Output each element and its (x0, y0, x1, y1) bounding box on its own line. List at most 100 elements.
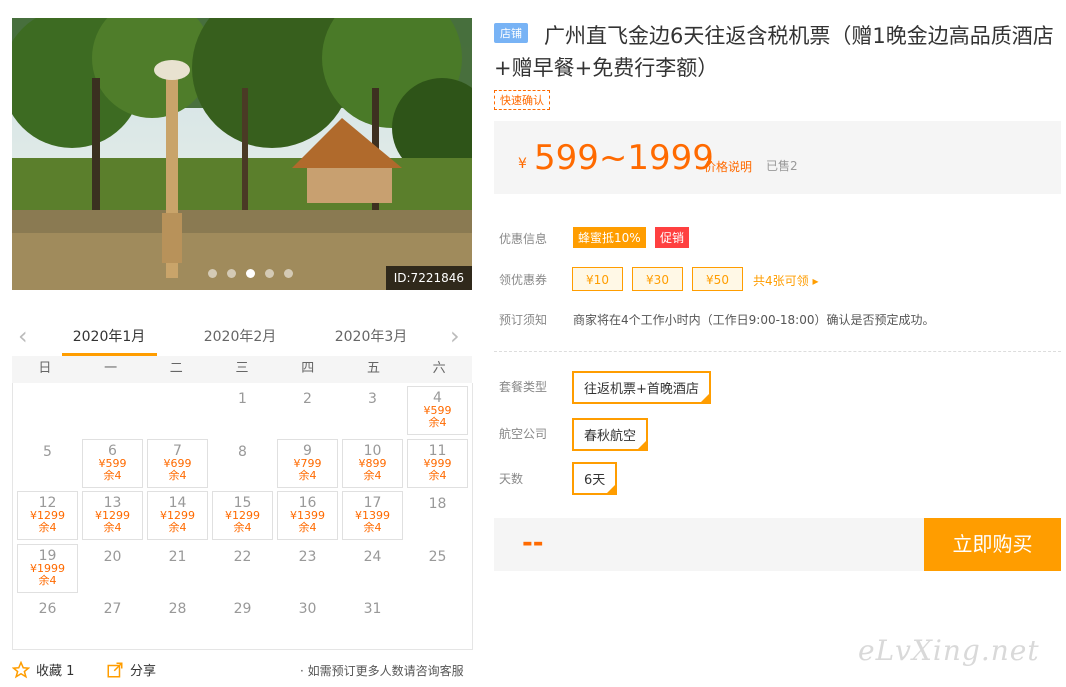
day-remaining: 余4 (103, 521, 122, 534)
promo-label: 优惠信息 (499, 232, 548, 246)
day-number: 28 (168, 601, 187, 617)
weekday-label: 日 (38, 361, 52, 376)
calendar-day[interactable]: 15 ¥1299 余4 (212, 491, 273, 540)
price-description-link[interactable]: 价格说明 (704, 158, 752, 175)
calendar-day: 22 (212, 544, 273, 593)
calendar-day[interactable]: 7 ¥699 余4 (147, 438, 208, 488)
sold-count: 已售2 (766, 159, 798, 173)
coupon-50[interactable]: ¥50 (692, 267, 743, 291)
carousel-dot[interactable] (208, 269, 217, 278)
share-button[interactable]: 分享 (106, 660, 156, 679)
day-number: 3 (368, 391, 377, 407)
day-number: 14 (168, 495, 187, 511)
day-price: ¥599 (98, 456, 127, 470)
tab-month-2[interactable]: 2020年2月 (195, 326, 285, 346)
day-remaining: 余4 (103, 468, 122, 482)
weekday-label: 二 (169, 361, 183, 376)
honey-discount-tag: 蜂蜜抵10% (573, 227, 646, 248)
calendar-weekday-header: 日 一 二 三 四 五 六 (12, 356, 472, 383)
calendar-day: 3 (342, 386, 403, 435)
share-label: 分享 (130, 664, 157, 679)
day-remaining: 余4 (428, 416, 447, 429)
day-remaining: 余4 (298, 468, 317, 482)
more-coupons-link[interactable]: 共4张可领 ▸ (753, 272, 818, 289)
day-price: ¥1999 (30, 561, 65, 575)
product-photo[interactable]: ID:7221846 (12, 18, 472, 290)
calendar-day[interactable]: 17 ¥1399 余4 (342, 491, 403, 540)
calendar-day[interactable]: 9 ¥799 余4 (277, 438, 338, 488)
days-option[interactable]: 6天 (572, 462, 618, 495)
calendar-day[interactable]: 11 ¥999 余4 (407, 438, 468, 488)
day-remaining: 余4 (298, 521, 317, 534)
calendar-day: 2 (277, 386, 338, 435)
calendar-day: 5 (17, 439, 78, 488)
day-price: ¥999 (423, 456, 452, 470)
next-month-icon[interactable]: › (450, 324, 460, 348)
calendar-month-tabs: ‹ 2020年1月 2020年2月 2020年3月 › (12, 318, 472, 356)
carousel-dots (208, 269, 293, 278)
calendar-day[interactable]: 4 ¥599 余4 (407, 386, 468, 435)
day-number: 9 (303, 442, 312, 459)
day-number: 20 (103, 548, 122, 565)
carousel-dot[interactable] (284, 269, 293, 278)
calendar-day[interactable]: 12 ¥1299 余4 (17, 491, 78, 540)
weekday-label: 五 (366, 361, 380, 376)
carousel-dot-active[interactable] (246, 269, 255, 278)
day-number: 24 (363, 548, 382, 565)
day-number: 18 (428, 496, 447, 512)
calendar-day: 31 (342, 596, 403, 645)
calendar-day: 30 (277, 596, 338, 645)
calendar-day[interactable]: 6 ¥599 余4 (82, 438, 143, 488)
calendar-day[interactable]: 16 ¥1399 余4 (277, 491, 338, 540)
calendar-day[interactable]: 13 ¥1299 余4 (82, 491, 143, 540)
calendar-day: 27 (82, 596, 143, 645)
day-number: 13 (103, 495, 122, 511)
day-remaining: 余4 (38, 521, 57, 534)
day-remaining: 余4 (233, 521, 252, 534)
share-icon (107, 662, 123, 677)
airline-option[interactable]: 春秋航空 (572, 418, 649, 451)
tab-month-3[interactable]: 2020年3月 (326, 326, 416, 346)
day-number: 16 (298, 495, 317, 511)
day-number: 31 (363, 601, 382, 617)
photo-id-label: ID:7221846 (385, 266, 472, 290)
booking-notice-text: 商家将在4个工作小时内（工作日9:00-18:00）确认是否预定成功。 (573, 313, 935, 327)
carousel-dot[interactable] (227, 269, 236, 278)
calendar-day[interactable]: 10 ¥899 余4 (342, 438, 403, 488)
calendar-day: 29 (212, 596, 273, 645)
day-number: 23 (298, 548, 317, 565)
coupon-10[interactable]: ¥10 (572, 267, 623, 291)
weekday-label: 一 (104, 361, 118, 376)
carousel-dot[interactable] (265, 269, 274, 278)
day-price: ¥899 (358, 456, 387, 470)
coupon-30[interactable]: ¥30 (632, 267, 683, 291)
calendar-day[interactable]: 14 ¥1299 余4 (147, 491, 208, 540)
calendar-day[interactable]: 19 ¥1999 余4 (17, 543, 78, 593)
day-remaining: 余4 (428, 468, 447, 482)
booking-notice-label: 预订须知 (499, 313, 548, 327)
days-label: 天数 (499, 472, 524, 486)
calendar-day: 23 (277, 544, 338, 593)
package-type-option[interactable]: 往返机票+首晚酒店 (572, 371, 711, 404)
day-number: 7 (173, 442, 182, 459)
day-number: 17 (363, 495, 382, 511)
currency-symbol: ¥ (518, 156, 527, 172)
favorite-button[interactable]: 收藏 1 (12, 660, 74, 679)
day-number: 21 (168, 548, 187, 565)
package-type-label: 套餐类型 (499, 380, 548, 394)
day-price: ¥699 (163, 456, 192, 470)
total-price-bar (494, 518, 924, 571)
calendar-day: 21 (147, 544, 208, 593)
buy-now-button[interactable]: 立即购买 (924, 518, 1061, 571)
day-number: 27 (103, 601, 122, 617)
calendar-grid: 1 2 3 4 ¥599 余4 5 6 ¥599 余4 7 ¥699 余4 8 9 ¥799 余4 10 ¥899 余… (12, 383, 473, 650)
calendar-day: 8 (212, 439, 273, 488)
day-number: 1 (238, 391, 247, 407)
calendar-day: 1 (212, 386, 273, 435)
shop-badge: 店铺 (494, 23, 528, 43)
tab-month-1[interactable]: 2020年1月 (64, 326, 154, 346)
weekday-label: 六 (432, 361, 446, 376)
prev-month-icon[interactable]: ‹ (18, 324, 28, 348)
day-remaining: 余4 (168, 468, 187, 482)
park-scene-image (12, 18, 472, 290)
